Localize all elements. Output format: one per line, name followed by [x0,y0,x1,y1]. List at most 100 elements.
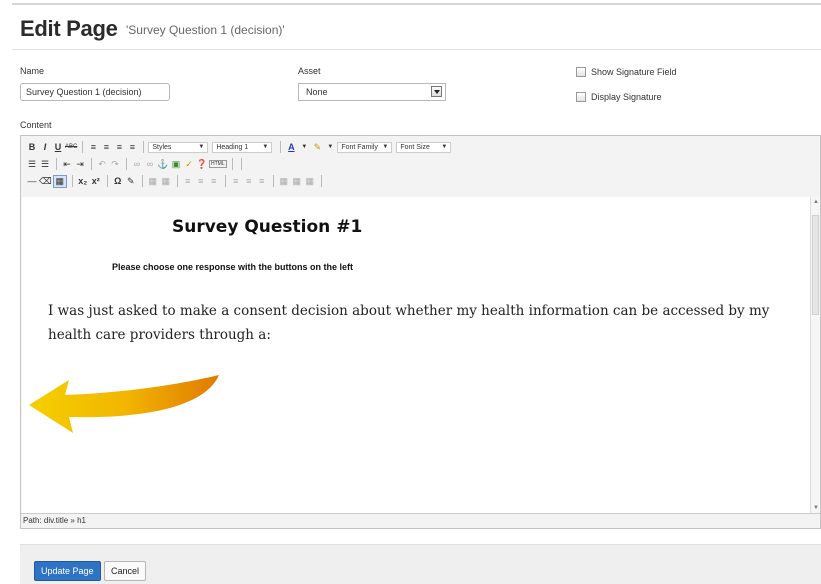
table-props-icon[interactable]: ≡ [256,176,268,186]
toolbar-separator [280,141,282,153]
format-dropdown[interactable]: Heading 1 ▼ [212,141,273,153]
anchor-icon[interactable]: ⚓ [157,159,169,170]
toolbar-separator [106,175,108,187]
asset-select-value: None [306,87,328,97]
toolbar-separator [272,175,274,187]
content-label: Content [20,120,52,130]
superscript-button[interactable]: x² [90,176,102,186]
font-size-dropdown[interactable]: Font Size ▼ [396,141,452,153]
toolbar-separator [71,175,73,187]
toolbar-separator [143,141,145,153]
top-border [12,3,821,5]
unlink-icon[interactable]: ∞ [144,159,156,169]
table-insert-row-icon[interactable]: ≡ [182,176,194,186]
table-grid-icon[interactable]: ▦ [291,176,303,187]
content-instruction: Please choose one response with the butt… [112,262,354,272]
styles-dropdown-value: Styles [152,143,172,151]
toolbar-separator [224,175,226,187]
toolbar-separator [320,175,322,187]
font-family-dropdown[interactable]: Font Family ▼ [337,141,393,153]
image-icon[interactable]: ▣ [170,159,182,170]
indent-icon[interactable]: ⇥ [74,159,86,170]
name-label: Name [20,66,45,76]
styles-dropdown[interactable]: Styles ▼ [148,141,209,153]
cleanup-icon[interactable]: ✓ [183,159,195,170]
scroll-up-icon[interactable]: ▲ [813,199,819,205]
cancel-button[interactable]: Cancel [104,561,147,581]
outdent-icon[interactable]: ⇤ [61,159,73,170]
name-field[interactable] [20,83,170,101]
link-icon[interactable]: ∞ [131,159,143,169]
toolbar-row-2: ☰ ☰ ⇤ ⇥ ↶ ↷ ∞ ∞ ⚓ ▣ ✓ ❓ HTML [26,157,246,171]
chevron-down-icon[interactable] [431,86,442,97]
chevron-down-icon[interactable]: ▼ [298,144,310,150]
asset-select[interactable]: None [298,83,446,101]
show-signature-label: Show Signature Field [591,67,677,77]
table-delete-icon[interactable]: ▦ [304,176,316,187]
table-insert-col-icon[interactable]: ≡ [208,176,220,186]
bulleted-list-icon[interactable]: ☰ [26,159,38,170]
toolbar-separator [176,175,178,187]
page-subtitle: 'Survey Question 1 (decision)' [126,23,285,37]
asset-label: Asset [298,66,321,76]
toolbar-separator [82,141,84,153]
highlight-color-icon[interactable]: ✎ [311,142,323,153]
visual-aid-icon[interactable]: ▦ [52,174,67,188]
align-center-icon[interactable]: ≡ [100,142,112,152]
character-map-button[interactable]: Ω [112,176,124,186]
font-color-button[interactable]: A [285,142,297,152]
display-signature-checkbox[interactable] [576,92,586,102]
table-split-icon[interactable]: ≡ [230,176,242,186]
subscript-button[interactable]: x₂ [77,176,89,186]
underline-button[interactable]: U [52,142,64,152]
toolbar-separator [56,158,57,170]
table-icon[interactable]: ▦ [147,176,159,187]
font-family-dropdown-value: Font Family [341,143,378,151]
help-icon[interactable]: ❓ [196,159,208,170]
edit-image-icon[interactable]: ✎ [125,176,137,187]
redo-icon[interactable]: ↷ [109,159,121,170]
bold-button[interactable]: B [26,142,38,152]
numbered-list-icon[interactable]: ☰ [39,159,51,170]
toolbar-separator [91,158,92,170]
table-cell-icon[interactable]: ▦ [278,176,290,187]
font-size-dropdown-value: Font Size [400,143,430,151]
form-footer: Update Page Cancel [20,544,821,584]
show-signature-checkbox[interactable] [576,67,586,77]
chevron-down-icon: ▼ [441,144,448,150]
toolbar-separator [141,175,143,187]
content-paragraph: I was just asked to make a consent decis… [48,303,770,343]
page-header: Edit Page 'Survey Question 1 (decision)' [20,16,285,42]
chevron-down-icon: ▼ [262,144,269,150]
rich-text-editor: B I U ABC ≡ ≡ ≡ ≡ Styles ▼ Heading 1 ▼ A ▼… [20,135,821,529]
italic-button[interactable]: I [39,142,51,152]
scroll-down-icon[interactable]: ▼ [813,505,819,511]
table-merge-icon[interactable]: ≡ [243,176,255,186]
chevron-down-icon: ▼ [382,144,389,150]
html-source-button[interactable]: HTML [209,160,227,168]
scrollbar-thumb[interactable] [812,215,819,315]
undo-icon[interactable]: ↶ [96,159,108,170]
table-row-icon[interactable]: ▦ [160,176,172,187]
align-right-icon[interactable]: ≡ [113,142,125,152]
align-justify-icon[interactable]: ≡ [126,142,138,152]
toolbar-separator [240,158,242,170]
toolbar-row-3: — ⌫ ▦ x₂ x² Ω ✎ ▦ ▦ ≡ ≡ ≡ ≡ ≡ ≡ ▦ ▦ ▦ [26,174,326,188]
remove-format-icon[interactable]: ⌫ [39,176,52,187]
content-heading: Survey Question #1 [172,217,363,237]
update-page-button[interactable]: Update Page [34,561,101,581]
format-dropdown-value: Heading 1 [216,143,249,151]
editor-status-path: Path: div.title » h1 [21,513,820,528]
header-divider [12,49,821,50]
page-title: Edit Page [20,16,118,41]
display-signature-label: Display Signature [591,92,662,102]
toolbar-separator [126,158,127,170]
strikethrough-button[interactable]: ABC [65,144,77,150]
align-left-icon[interactable]: ≡ [87,142,99,152]
chevron-down-icon[interactable]: ▼ [324,144,336,150]
editor-content-area[interactable]: Survey Question #1 Please choose one res… [22,197,811,513]
editor-scrollbar[interactable]: ▲ ▼ [810,197,820,513]
table-delete-row-icon[interactable]: ≡ [195,176,207,186]
horizontal-rule-icon[interactable]: — [26,176,38,186]
toolbar-separator [231,158,233,170]
